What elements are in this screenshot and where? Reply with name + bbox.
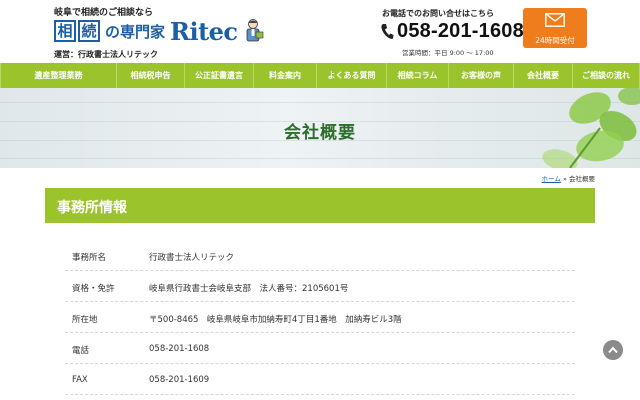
logo-suffix: の専門家 [105,22,166,41]
mail-contact-button[interactable]: 24時間受付 [523,8,587,48]
row-label: FAX [72,375,88,385]
nav-item-consultation-flow[interactable]: ご相談の流れ [573,63,640,88]
operator-text: 運営：行政書士法人リテック [54,50,158,59]
chevron-up-icon [608,346,618,354]
page-hero: 会社概要 [0,88,640,168]
table-row: 所在地 〒500-8465 岐阜県岐阜市加納寿町4丁目1番地 加納寿ビル3階 [65,302,575,333]
mail-button-label: 24時間受付 [535,36,575,45]
nav-item-notarized-will[interactable]: 公正証書遺言 [185,63,254,88]
section-title: 事務所情報 [57,200,127,216]
table-row: 事務所名 行政書士法人リテック [65,240,575,271]
nav-item-testimonials[interactable]: お客様の声 [449,63,514,88]
breadcrumb: ホーム » 会社概要 [542,173,595,183]
breadcrumb-separator: » [562,175,567,183]
nav-item-estate-settlement[interactable]: 遺産整理業務 [0,63,117,88]
logo-brand: Ritec [170,16,238,46]
row-value: 岐阜県行政書士会岐阜支部 法人番号：2105601号 [149,284,349,294]
mail-icon [545,13,565,27]
business-hours: 営業時間：平日 9:00 〜 17:00 [402,49,494,57]
phone-prompt: お電話でのお問い合せはこちら [382,9,494,18]
row-label: 資格・免許 [72,284,115,294]
row-label: 事務所名 [72,253,107,263]
row-value: 〒500-8465 岐阜県岐阜市加納寿町4丁目1番地 加納寿ビル3階 [149,315,402,325]
row-label: 電話 [72,346,90,356]
nav-item-pricing[interactable]: 料金案内 [254,63,317,88]
mascot-illustration [246,19,263,42]
row-value: 058-201-1609 [149,375,210,385]
site-logo[interactable]: 相 続 の専門家 Ritec [54,16,264,46]
phone-number: 058-201-1608 [397,20,524,42]
nav-item-column[interactable]: 相続コラム [387,63,449,88]
nav-item-faq[interactable]: よくある質問 [317,63,387,88]
nav-item-company[interactable]: 会社概要 [514,63,573,88]
row-value: 行政書士法人リテック [149,253,235,263]
phone-icon [381,24,394,39]
phone-link[interactable]: 058-201-1608 [380,20,524,43]
logo-kanji-2: 続 [78,20,100,42]
main-nav: 遺産整理業務 相続税申告 公正証書遺言 料金案内 よくある質問 相続コラム お客… [0,63,640,88]
table-row: 電話 058-201-1608 [65,333,575,364]
table-row: 資格・免許 岐阜県行政書士会岐阜支部 法人番号：2105601号 [65,271,575,302]
breadcrumb-current: 会社概要 [569,175,595,183]
clover-leaves-decoration [542,88,640,168]
section-heading-bar: 事務所情報 [45,188,595,223]
row-label: 所在地 [72,315,98,325]
logo-kanji-1: 相 [54,20,76,42]
site-header: 岐阜で相続のご相談なら 相 続 の専門家 Ritec 運営：行政書士法人リテック… [0,0,640,63]
office-info-table: 事務所名 行政書士法人リテック 資格・免許 岐阜県行政書士会岐阜支部 法人番号：… [65,240,575,395]
breadcrumb-home-link[interactable]: ホーム [542,175,561,183]
row-value: 058-201-1608 [149,344,210,354]
nav-item-inheritance-tax[interactable]: 相続税申告 [117,63,185,88]
header-tagline: 岐阜で相続のご相談なら [54,8,154,18]
scroll-to-top-button[interactable] [603,340,623,360]
table-row: FAX 058-201-1609 [65,364,575,395]
